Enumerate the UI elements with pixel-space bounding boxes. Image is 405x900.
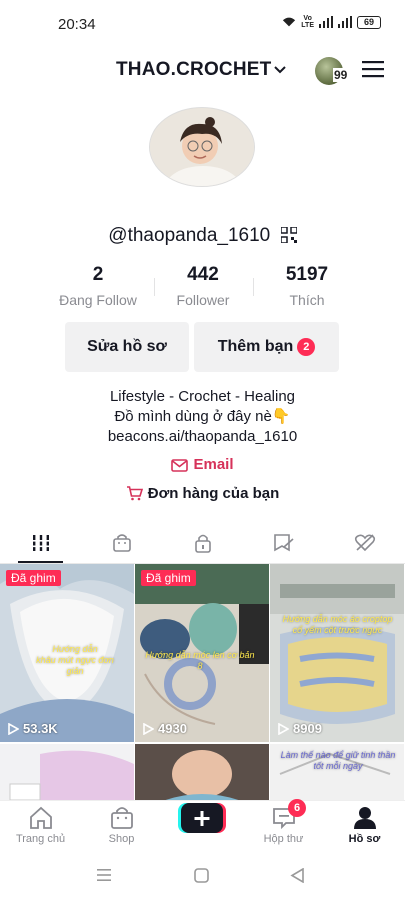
nav-label: Hồ sơ <box>348 833 381 845</box>
stat-value: 442 <box>187 264 219 285</box>
video-thumbnail[interactable]: Làm thế nào để giữ tinh thần tốt mỗi ngà… <box>270 744 404 800</box>
view-count: 8909 <box>278 721 322 736</box>
plus-icon <box>178 803 226 833</box>
content-tabs <box>0 522 405 564</box>
status-time: 20:34 <box>58 16 96 33</box>
play-icon <box>143 722 154 735</box>
system-nav-bar <box>0 852 405 900</box>
handle-row: @thaopanda_1610 <box>0 225 405 247</box>
thumbnail-image <box>0 744 134 800</box>
profile-icon <box>353 807 376 829</box>
shop-icon <box>110 807 133 829</box>
video-caption: Hướng dẫn khâu mút ngực đơn giản <box>36 644 114 676</box>
bio-link[interactable]: beacons.ai/thaopanda_1610 <box>0 427 405 447</box>
video-caption: Hướng dẫn móc len cơ bản 8 <box>145 650 255 671</box>
recent-apps-icon[interactable] <box>96 868 112 882</box>
status-bar: 20:34 Vo LTE 69 <box>0 0 405 48</box>
view-count: 53.3K <box>8 721 58 736</box>
tab-videos[interactable] <box>0 522 81 564</box>
create-button[interactable] <box>178 803 226 833</box>
tab-tagged[interactable] <box>243 522 324 564</box>
nav-label: Shop <box>108 833 135 845</box>
shop-bag-icon <box>112 534 131 552</box>
mail-icon <box>171 459 189 472</box>
video-thumbnail[interactable] <box>0 744 134 800</box>
view-count: 4930 <box>143 721 187 736</box>
email-label: Email <box>193 456 234 473</box>
grid-icon <box>31 535 50 551</box>
battery-icon: 69 <box>357 15 381 29</box>
tab-liked[interactable] <box>324 522 405 564</box>
home-button-icon[interactable] <box>194 868 209 883</box>
video-caption: Làm thế nào để giữ tinh thần tốt mỗi ngà… <box>280 750 396 771</box>
profile-stats: 2 Đang Follow 442 Follower 5197 Thích <box>0 264 405 314</box>
signal-icon <box>319 16 333 28</box>
chevron-down-icon[interactable] <box>272 62 288 78</box>
video-grid: Đã ghim Hướng dẫn khâu mút ngực đơn giản… <box>0 564 405 800</box>
stat-label: Đang Follow <box>59 292 137 308</box>
nav-label: Hộp thư <box>263 833 304 845</box>
profile-header: THAO.CROCHET 99 <box>0 52 405 88</box>
video-thumbnail[interactable] <box>135 744 269 800</box>
volte-icon: Vo LTE <box>301 15 314 29</box>
view-count-value: 8909 <box>293 721 322 736</box>
add-friends-label: Thêm bạn <box>217 338 294 355</box>
qr-code-icon[interactable] <box>280 227 297 243</box>
stat-value: 2 <box>92 264 104 285</box>
nav-profile[interactable]: Hồ sơ <box>324 803 405 845</box>
account-switcher[interactable]: THAO.CROCHET <box>116 59 271 81</box>
stat-followers[interactable]: 442 Follower <box>148 264 258 308</box>
stat-likes[interactable]: 5197 Thích <box>252 264 362 308</box>
nav-inbox[interactable]: Hộp thư <box>243 803 324 845</box>
signal-icon-2 <box>338 16 352 28</box>
tab-shop[interactable] <box>81 522 162 564</box>
view-count-value: 53.3K <box>23 721 58 736</box>
orders-button[interactable]: Đơn hàng của bạn <box>0 485 405 502</box>
edit-profile-label: Sửa hồ sơ <box>87 338 167 355</box>
stat-value: 5197 <box>285 264 329 285</box>
nav-home[interactable]: Trang chủ <box>0 803 81 845</box>
lock-icon <box>194 534 211 553</box>
edit-profile-button[interactable]: Sửa hồ sơ <box>65 322 189 372</box>
email-button[interactable]: Email <box>0 456 405 473</box>
avatar-photo <box>150 108 254 186</box>
notification-count: 99 <box>333 68 349 82</box>
liked-hidden-icon <box>354 534 375 552</box>
home-icon <box>29 806 52 829</box>
thumbnail-image <box>270 564 404 742</box>
cart-icon <box>126 486 143 501</box>
tab-private[interactable] <box>162 522 243 564</box>
add-friends-button[interactable]: Thêm bạn 2 <box>194 322 339 372</box>
pinned-badge: Đã ghim <box>6 570 61 586</box>
profile-bio: Lifestyle - Crochet - Healing Đồ mình dù… <box>0 387 405 447</box>
profile-handle: @thaopanda_1610 <box>108 225 271 246</box>
stat-following[interactable]: 2 Đang Follow <box>43 264 153 308</box>
nav-label: Trang chủ <box>15 833 66 845</box>
menu-icon[interactable] <box>362 60 384 78</box>
view-count-value: 4930 <box>158 721 187 736</box>
stat-label: Follower <box>176 292 230 308</box>
play-icon <box>278 722 289 735</box>
video-thumbnail[interactable]: Đã ghim Hướng dẫn móc len cơ bản 8 4930 <box>135 564 269 742</box>
bio-line: Lifestyle - Crochet - Healing <box>109 388 296 405</box>
stat-label: Thích <box>289 292 325 308</box>
video-thumbnail[interactable]: Hướng dẫn móc áo croptop cổ yếm cột trướ… <box>270 564 404 742</box>
back-icon[interactable] <box>290 868 305 883</box>
profile-avatar[interactable] <box>149 107 255 187</box>
nav-shop[interactable]: Shop <box>81 803 162 845</box>
video-thumbnail[interactable]: Đã ghim Hướng dẫn khâu mút ngực đơn giản… <box>0 564 134 742</box>
bottom-nav: Trang chủ Shop Hộp thư 6 Hồ sơ <box>0 799 405 852</box>
thumbnail-image <box>135 744 269 800</box>
tab-underline <box>18 561 63 563</box>
add-friends-badge: 2 <box>297 338 316 356</box>
bio-line: Đồ mình dùng ở đây nè👇 <box>114 408 291 425</box>
inbox-badge: 6 <box>288 799 306 817</box>
wifi-icon <box>283 17 296 27</box>
pinned-badge: Đã ghim <box>141 570 196 586</box>
tagged-icon <box>273 534 294 552</box>
video-caption: Hướng dẫn móc áo croptop cổ yếm cột trướ… <box>282 614 393 635</box>
orders-label: Đơn hàng của bạn <box>147 485 280 502</box>
play-icon <box>8 722 19 735</box>
